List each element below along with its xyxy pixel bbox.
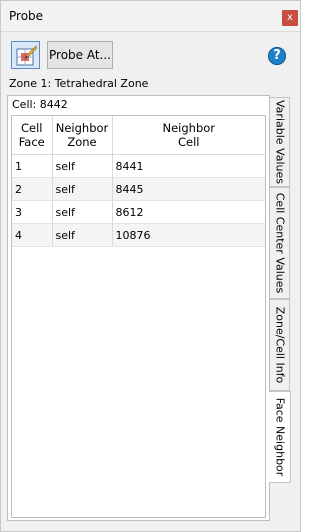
neighbor-cell-value: 8445 [112, 177, 265, 201]
table-row[interactable]: 1 self 8441 [12, 154, 265, 178]
cell-face-value: 4 [12, 223, 53, 247]
face-neighbor-panel: Cell: 8442 Cell Face Neighbor Zone Neigh… [7, 95, 270, 521]
neighbor-table-container[interactable]: Cell Face Neighbor Zone Neighbor Cell 1 sel… [11, 115, 266, 518]
column-header-neighbor-cell[interactable]: Neighbor Cell [112, 116, 265, 155]
tab-cell-center-values[interactable]: Cell Center Values [270, 187, 290, 299]
table-row[interactable]: 3 self 8612 [12, 200, 265, 224]
cell-face-value: 1 [12, 154, 53, 178]
window-title: Probe [9, 9, 44, 23]
tab-zone-cell-info[interactable]: Zone/Cell Info [270, 299, 290, 391]
neighbor-cell-value: 8612 [112, 200, 265, 224]
probe-crosshair-icon [16, 45, 38, 66]
close-icon: x [287, 12, 293, 23]
title-bar: Probe x [1, 1, 300, 32]
vertical-tab-strip: Variable Values Cell Center Values Zone/… [269, 97, 292, 521]
tab-variable-values[interactable]: Variable Values [270, 97, 290, 187]
table-row[interactable]: 4 self 10876 [12, 223, 265, 247]
neighbor-zone-value: self [52, 223, 113, 247]
column-header-cell-face[interactable]: Cell Face [12, 116, 53, 155]
probe-mode-button[interactable] [11, 41, 40, 69]
close-button[interactable]: x [282, 10, 298, 26]
zone-label: Zone 1: Tetrahedral Zone [9, 77, 149, 90]
neighbor-zone-value: self [52, 154, 113, 178]
probe-window: Probe x Probe At... ? Zone 1: Tetrahedra… [0, 0, 301, 532]
neighbor-cell-value: 8441 [112, 154, 265, 178]
column-header-neighbor-zone[interactable]: Neighbor Zone [52, 116, 113, 155]
tab-face-neighbor[interactable]: Face Neighbor [269, 391, 291, 483]
cell-face-value: 2 [12, 177, 53, 201]
cell-label: Cell: 8442 [12, 98, 68, 111]
neighbor-zone-value: self [52, 177, 113, 201]
help-icon[interactable]: ? [268, 47, 286, 65]
table-row[interactable]: 2 self 8445 [12, 177, 265, 201]
neighbor-zone-value: self [52, 200, 113, 224]
neighbor-table: Cell Face Neighbor Zone Neighbor Cell 1 sel… [12, 116, 265, 247]
neighbor-cell-value: 10876 [112, 223, 265, 247]
cell-face-value: 3 [12, 200, 53, 224]
probe-at-button[interactable]: Probe At... [47, 41, 113, 69]
table-header-row: Cell Face Neighbor Zone Neighbor Cell [12, 116, 265, 155]
